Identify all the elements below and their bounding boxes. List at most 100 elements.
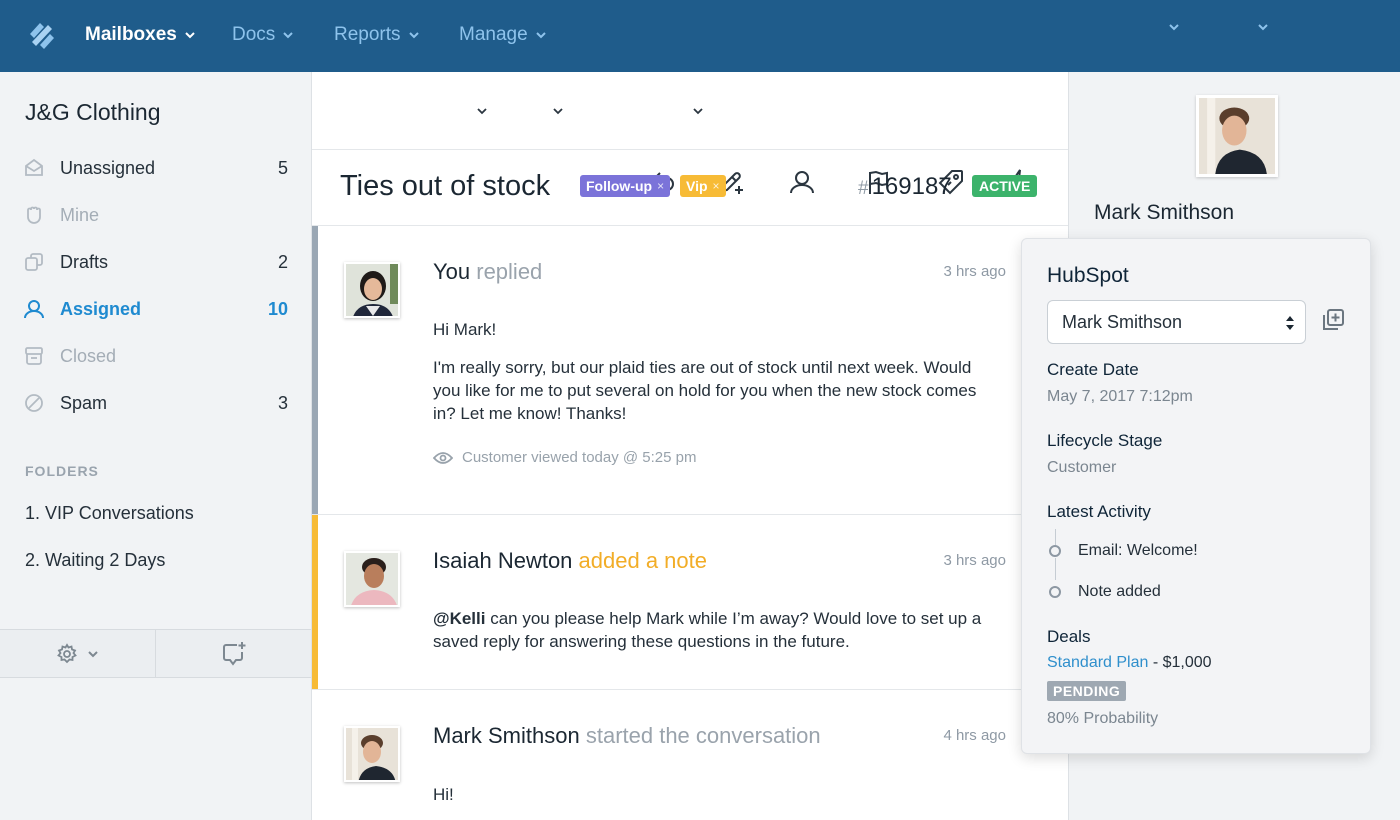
nav-reports[interactable]: Reports — [334, 24, 421, 46]
add-contact-icon[interactable] — [1320, 307, 1346, 333]
assign-button[interactable] — [476, 96, 816, 196]
gear-icon — [56, 642, 77, 663]
nav-mailboxes[interactable]: Mailboxes — [85, 24, 197, 46]
sidebar-item-label: Unassigned — [60, 157, 156, 178]
customer-avatar — [344, 726, 400, 782]
nav-manage-label: Manage — [459, 24, 528, 45]
thread-action: replied — [476, 259, 543, 284]
activity-item: Note added — [1047, 583, 1161, 601]
hubspot-app-card: HubSpot Mark Smithson Create Date May 7,… — [1021, 238, 1371, 754]
thread-paragraph: I'm really sorry, but our plaid ties are… — [433, 358, 977, 423]
status-badge[interactable]: ACTIVE — [972, 175, 1038, 197]
create-date-value: May 7, 2017 7:12pm — [1047, 388, 1193, 405]
mention[interactable]: @Kelli — [433, 609, 485, 628]
note-text: can you please help Mark while I’m away?… — [433, 609, 982, 651]
sidebar-item-label: Closed — [60, 345, 117, 366]
select-arrows-icon — [1286, 316, 1294, 330]
sidebar-item-label: Drafts — [60, 251, 109, 272]
thread-body: Hi Mark! I'm really sorry, but our plaid… — [433, 318, 993, 440]
activity-text: Note added — [1078, 583, 1161, 600]
thread-author: You — [433, 259, 471, 284]
chevron-down-icon — [408, 32, 419, 39]
activity-text: Email: Welcome! — [1078, 542, 1198, 559]
chevron-down-icon — [553, 108, 563, 115]
deal-probability: 80% Probability — [1047, 710, 1159, 727]
workflow-button[interactable] — [692, 96, 1032, 196]
sidebar-item-mine[interactable]: Mine — [22, 200, 288, 230]
thread-item-note: Isaiah Newton added a note 3 hrs ago @Ke… — [312, 515, 1068, 690]
thread-type-bar — [312, 226, 318, 514]
thread-author: Mark Smithson — [433, 723, 580, 748]
sidebar-item-spam[interactable]: Spam 3 — [22, 388, 288, 418]
viewed-text: Customer viewed today @ 5:25 pm — [462, 449, 697, 466]
drafts-icon — [25, 253, 43, 271]
ticket-number: #169187 — [858, 173, 952, 201]
sidebar-item-unassigned[interactable]: Unassigned 5 — [22, 153, 288, 183]
sidebar-item-count: 5 — [277, 157, 288, 178]
sidebar-item-closed[interactable]: Closed — [22, 341, 288, 371]
thread-timestamp: 3 hrs ago — [943, 263, 1006, 280]
customer-viewed-status: Customer viewed today @ 5:25 pm — [433, 449, 697, 466]
customer-name[interactable]: Mark Smithson — [1094, 201, 1234, 225]
account-menu-button[interactable] — [1256, 20, 1270, 34]
sidebar-item-label: Mine — [60, 204, 100, 225]
status-button[interactable] — [552, 96, 892, 196]
conversation-subject: Ties out of stock — [340, 170, 551, 202]
chevron-down-icon — [693, 108, 703, 115]
open-envelope-icon — [25, 158, 43, 176]
thread-author: Isaiah Newton — [433, 548, 573, 573]
deal-link[interactable]: Standard Plan — [1047, 654, 1148, 671]
thread-action: started the conversation — [585, 723, 821, 748]
customer-photo — [1199, 98, 1275, 174]
mailbox-settings-button[interactable] — [0, 630, 156, 677]
new-conversation-button[interactable] — [156, 630, 311, 677]
new-conversation-icon — [222, 641, 245, 666]
conversation-pane: Ties out of stock Follow-up × Vip × #169… — [312, 72, 1356, 820]
ticket-number-value: 169187 — [871, 173, 952, 200]
tag-label: Follow-up — [586, 178, 653, 194]
lifecycle-value: Customer — [1047, 459, 1117, 476]
contact-select[interactable]: Mark Smithson — [1047, 300, 1306, 344]
mailbox-sidebar: J&G Clothing Unassigned 5 Mine Drafts 2 … — [0, 72, 312, 820]
conversation-toolbar — [312, 72, 1356, 196]
deal-amount: - $1,000 — [1148, 654, 1212, 671]
activity-item: Email: Welcome! — [1047, 542, 1198, 560]
thread-header: Mark Smithson started the conversation — [433, 723, 821, 749]
tag-vip[interactable]: Vip × — [680, 175, 726, 197]
timeline-line — [1055, 558, 1056, 580]
folders-heading: FOLDERS — [25, 463, 99, 479]
tag-label: Vip — [686, 178, 708, 194]
deals-label: Deals — [1047, 627, 1091, 646]
customer-profile-avatar — [1196, 95, 1278, 177]
deal-status-badge: PENDING — [1047, 681, 1127, 701]
helpscout-logo-icon[interactable] — [26, 20, 58, 52]
remove-tag-icon[interactable]: × — [657, 179, 664, 193]
mailbox-name: J&G Clothing — [25, 99, 161, 125]
customer-photo — [346, 728, 398, 780]
thread-paragraph: Hi Mark! — [433, 320, 497, 339]
activity-label: Latest Activity — [1047, 502, 1151, 521]
thread-header: Isaiah Newton added a note — [433, 548, 707, 574]
nav-docs[interactable]: Docs — [232, 24, 295, 46]
chevron-down-icon — [535, 32, 546, 39]
chevron-down-icon — [477, 108, 487, 115]
sidebar-item-count: 2 — [277, 251, 288, 272]
sidebar-item-label: Spam — [60, 392, 108, 413]
remove-tag-icon[interactable]: × — [713, 179, 720, 193]
sidebar-item-drafts[interactable]: Drafts 2 — [22, 247, 288, 277]
timeline-dot-icon — [1049, 545, 1061, 557]
contact-select-value: Mark Smithson — [1062, 311, 1183, 332]
thread-body: Hi! — [433, 783, 993, 820]
chevron-down-icon — [185, 32, 195, 39]
folder-item[interactable]: 1. VIP Conversations — [25, 503, 194, 524]
chevron-down-icon — [87, 650, 98, 657]
nav-manage[interactable]: Manage — [459, 24, 548, 46]
chevron-down-icon — [1169, 24, 1179, 31]
thread-paragraph: Hi! — [433, 785, 454, 804]
agent-photo — [346, 553, 398, 605]
tag-follow-up[interactable]: Follow-up × — [580, 175, 671, 197]
help-menu-button[interactable] — [1167, 20, 1181, 34]
folder-item[interactable]: 2. Waiting 2 Days — [25, 550, 165, 571]
sidebar-item-assigned[interactable]: Assigned 10 — [22, 294, 288, 324]
chevron-down-icon — [1258, 24, 1268, 31]
